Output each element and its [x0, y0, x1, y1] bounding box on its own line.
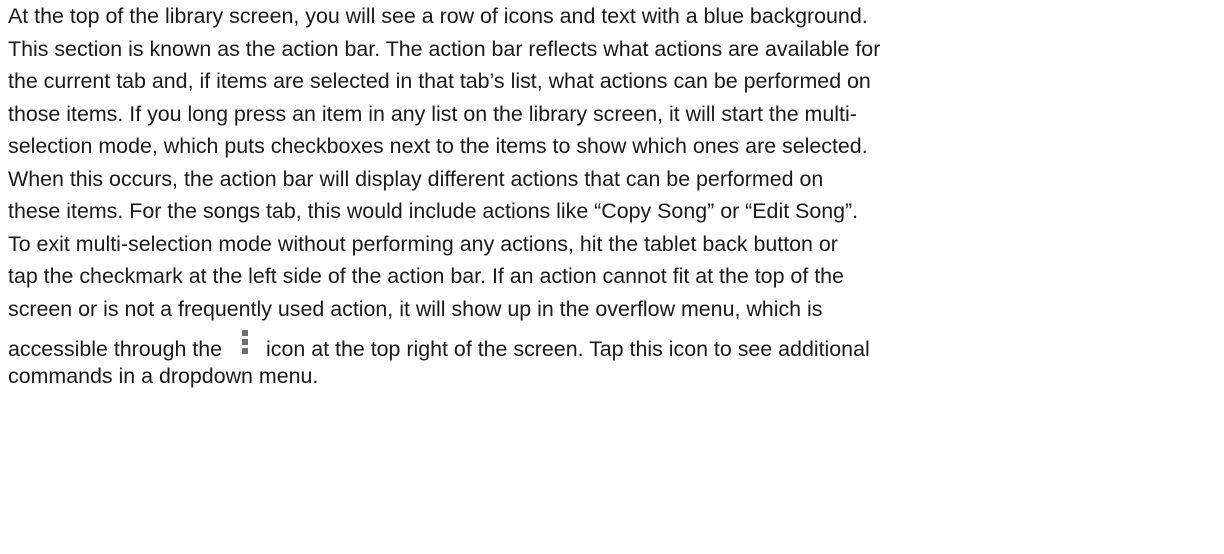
paragraph-line: At the top of the library screen, you wi…	[8, 4, 868, 28]
line-text-after-icon: icon at the top right of the screen. Tap…	[266, 337, 870, 361]
line-text-before-icon: accessible through the	[8, 337, 223, 361]
paragraph-line: tap the checkmark at the left side of th…	[8, 264, 844, 288]
paragraph-line: selection mode, which puts checkboxes ne…	[8, 134, 868, 158]
paragraph-line: To exit multi-selection mode without per…	[8, 231, 838, 256]
document-body: At the top of the library screen, you wi…	[8, 0, 1218, 389]
paragraph-line: commands in a dropdown menu.	[8, 364, 319, 388]
paragraph-line: When this occurs, the action bar will di…	[8, 166, 824, 191]
paragraph-line-with-icon: accessible through the icon at the top ri…	[8, 325, 1218, 365]
paragraph-line: those items. If you long press an item i…	[8, 101, 857, 126]
overflow-menu-icon	[242, 330, 249, 354]
paragraph-line: This section is known as the action bar.…	[8, 36, 881, 61]
paragraph-line: these items. For the songs tab, this wou…	[8, 199, 859, 223]
paragraph-line: the current tab and, if items are select…	[8, 69, 871, 93]
paragraph-line: screen or is not a frequently used actio…	[8, 296, 823, 321]
